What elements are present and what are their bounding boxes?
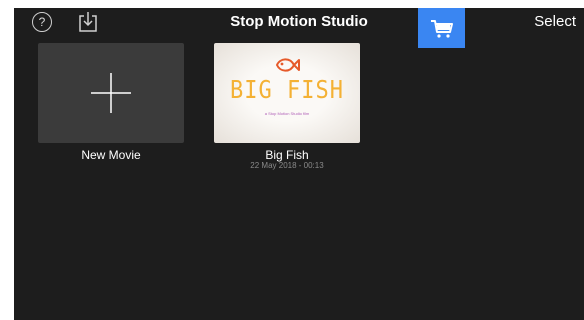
movie-date-big-fish: 22 May 2018 - 00:13 [250,161,324,170]
select-button[interactable]: Select [534,13,576,30]
fish-icon [275,58,300,72]
new-movie-tile[interactable] [38,43,184,143]
movie-label-big-fish: Big Fish [265,148,309,162]
new-movie-label: New Movie [81,148,141,162]
top-bar: ? Stop Motion Studio Select [14,8,584,48]
shopping-cart-icon [431,20,453,38]
thumbnail-title: BIG FISH [230,76,344,105]
movie-thumbnail-big-fish[interactable]: BIG FISH a Stop Motion Studio film [214,43,360,143]
page-title: Stop Motion Studio [230,13,368,30]
app-screen: ? Stop Motion Studio Select New Movie BI… [14,8,584,320]
thumbnail-subtitle: a Stop Motion Studio film [264,111,310,116]
store-button[interactable] [418,8,465,48]
plus-icon [91,73,131,113]
